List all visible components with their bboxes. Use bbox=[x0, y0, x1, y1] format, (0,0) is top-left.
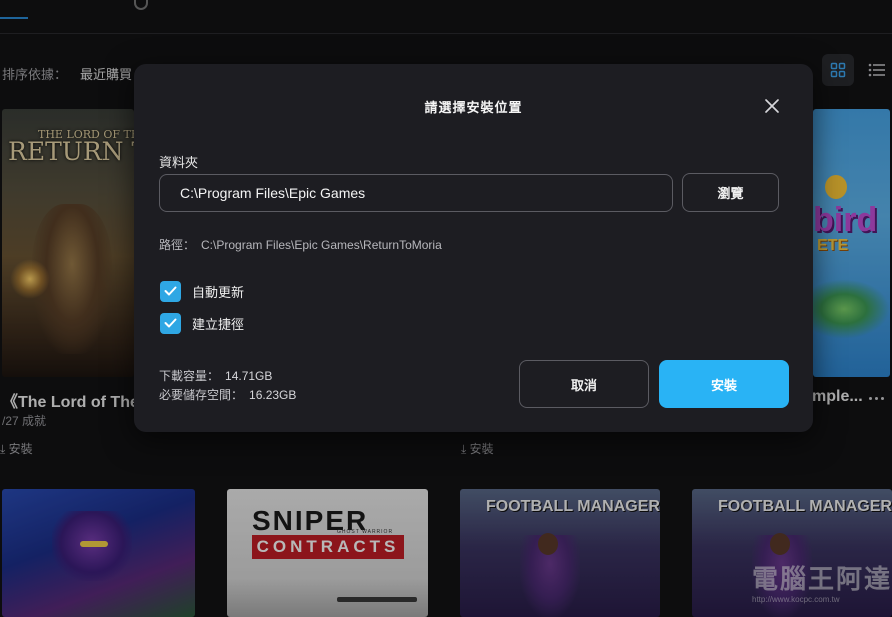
create-shortcut-checkbox[interactable] bbox=[160, 312, 181, 334]
cancel-button[interactable]: 取消 bbox=[519, 360, 649, 408]
required-storage-value: 16.23GB bbox=[249, 388, 297, 402]
download-size-label: 下載容量： bbox=[159, 369, 220, 383]
auto-update-checkbox[interactable] bbox=[160, 280, 181, 302]
close-button[interactable] bbox=[762, 96, 782, 116]
required-storage: 必要儲存空間： 16.23GB bbox=[159, 386, 296, 403]
required-storage-label: 必要儲存空間： bbox=[159, 388, 244, 402]
download-size-value: 14.71GB bbox=[225, 369, 273, 383]
dialog-title: 請選擇安裝位置 bbox=[424, 100, 523, 115]
folder-path-input[interactable] bbox=[159, 174, 673, 212]
create-shortcut-option[interactable]: 建立捷徑 bbox=[160, 312, 244, 334]
download-size: 下載容量： 14.71GB bbox=[159, 367, 272, 384]
path-value: C:\Program Files\Epic Games\ReturnToMori… bbox=[201, 238, 442, 252]
path-label: 路徑： bbox=[159, 238, 196, 252]
auto-update-option[interactable]: 自動更新 bbox=[160, 280, 244, 302]
install-location-dialog: 請選擇安裝位置 資料夾 瀏覽 路徑： C:\Program Files\Epic … bbox=[134, 64, 813, 432]
install-button[interactable]: 安裝 bbox=[659, 360, 789, 408]
close-icon bbox=[765, 99, 779, 113]
auto-update-label: 自動更新 bbox=[192, 284, 245, 300]
checkmark-icon bbox=[164, 286, 177, 296]
epic-library-screen: 排序依據： 最近購買 THE LORD OF THE RINGS RETURN … bbox=[0, 0, 892, 617]
folder-label: 資料夾 bbox=[159, 155, 199, 170]
create-shortcut-label: 建立捷徑 bbox=[192, 316, 245, 332]
install-path: 路徑： C:\Program Files\Epic Games\ReturnToM… bbox=[159, 236, 442, 253]
checkmark-icon bbox=[164, 318, 177, 328]
browse-button[interactable]: 瀏覽 bbox=[682, 173, 779, 212]
